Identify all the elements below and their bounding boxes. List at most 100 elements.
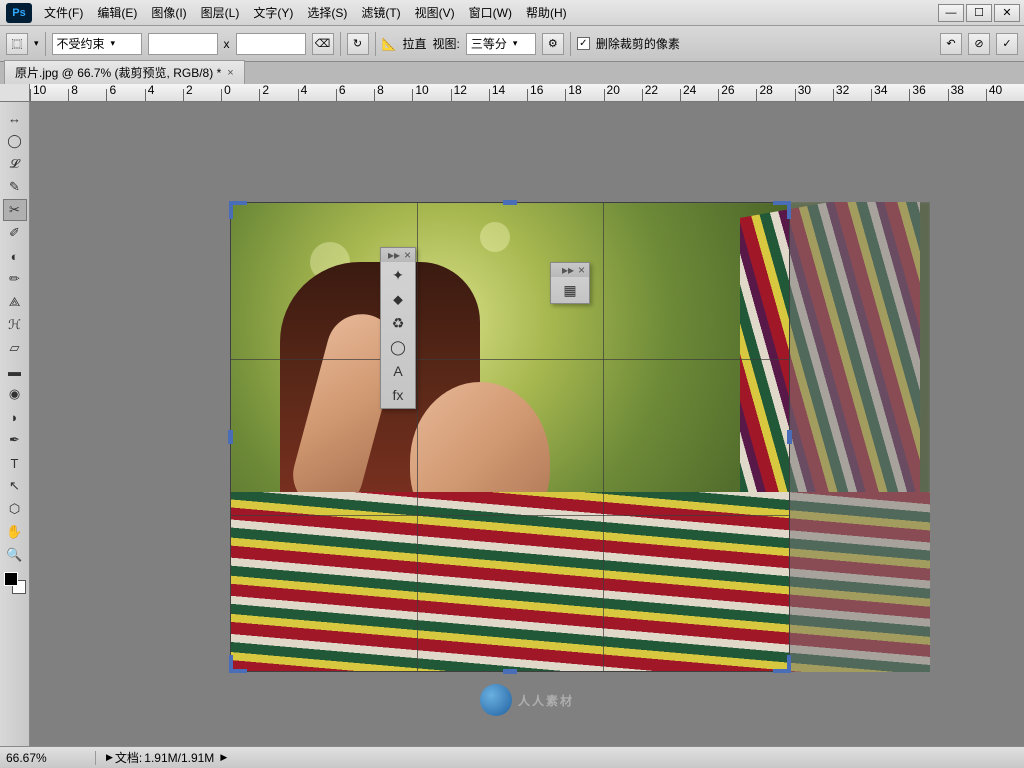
marquee-tool[interactable]: ◯ (3, 130, 27, 152)
lasso-tool[interactable]: 𝓛 (3, 153, 27, 175)
crop-bounding-box[interactable] (230, 202, 790, 672)
hand-tool[interactable]: ✋ (3, 521, 27, 543)
crop-handle-b[interactable] (503, 669, 517, 674)
height-input[interactable] (236, 33, 306, 55)
collapse-icon[interactable]: ▸▸ (388, 248, 400, 262)
swap-label: x (224, 37, 230, 51)
dropdown-arrow-icon[interactable]: ▾ (34, 38, 39, 49)
chevron-right-icon[interactable]: ▶ (220, 752, 227, 763)
reset-button[interactable]: ↶ (940, 33, 962, 55)
constraint-dropdown[interactable]: 不受约束 ▾ (52, 33, 142, 55)
panel-icon[interactable]: ▦ (560, 281, 580, 299)
divider (45, 32, 46, 56)
move-tool[interactable]: ↔ (3, 107, 27, 129)
watermark-logo-icon (480, 684, 512, 716)
chevron-down-icon: ▾ (513, 38, 518, 49)
panel-icon[interactable]: A (388, 362, 408, 380)
floating-panel-mini[interactable]: ▸▸ × ▦ (550, 262, 590, 304)
color-swatch[interactable] (4, 572, 26, 594)
menu-select[interactable]: 选择(S) (301, 1, 353, 24)
straighten-label: 拉直 (402, 35, 426, 52)
app-logo: Ps (6, 3, 32, 23)
zoom-tool[interactable]: 🔍 (3, 544, 27, 566)
menu-help[interactable]: 帮助(H) (520, 1, 573, 24)
straighten-icon[interactable]: 📐 (382, 37, 397, 51)
collapse-icon[interactable]: ▸▸ (562, 263, 574, 277)
panel-icon[interactable]: ♻ (388, 314, 408, 332)
toolbox: ↔ ◯ 𝓛 ✎ ✂ ✐ ◐ ✏ ⟁ ℋ ▱ ▬ ◉ ◗ ✒ T ↖ ⬡ ✋ 🔍 (0, 102, 30, 746)
crop-handle-br[interactable] (787, 655, 791, 673)
cancel-crop-button[interactable]: ⊘ (968, 33, 990, 55)
panel-header[interactable]: ▸▸ × (551, 263, 589, 277)
menu-file[interactable]: 文件(F) (38, 1, 89, 24)
overlay-value: 三等分 (471, 35, 507, 52)
quick-select-tool[interactable]: ✎ (3, 176, 27, 198)
pen-tool[interactable]: ✒ (3, 429, 27, 451)
crop-handle-t[interactable] (503, 200, 517, 205)
canvas-area[interactable]: ▸▸ × ✦ ⬥ ♻ ◯ A fx ▸▸ × ▦ 人人素材 (30, 102, 1024, 746)
menu-filter[interactable]: 滤镜(T) (355, 1, 406, 24)
status-doc-size: 1.91M/1.91M (144, 751, 214, 765)
delete-pixels-checkbox[interactable]: ✓ (577, 37, 590, 50)
menu-type[interactable]: 文字(Y) (247, 1, 299, 24)
close-icon[interactable]: × (404, 248, 411, 262)
brush-tool[interactable]: ✏ (3, 268, 27, 290)
workspace: ▸▸ 1086420246810121416182022242628303234… (0, 84, 1024, 746)
menu-layer[interactable]: 图层(L) (195, 1, 246, 24)
constraint-value: 不受约束 (57, 35, 105, 52)
panel-icon[interactable]: ⬥ (388, 290, 408, 308)
close-icon[interactable]: × (578, 263, 585, 277)
panel-header[interactable]: ▸▸ × (381, 248, 415, 262)
overlay-dropdown[interactable]: 三等分 ▾ (466, 33, 536, 55)
floating-panel-tools[interactable]: ▸▸ × ✦ ⬥ ♻ ◯ A fx (380, 247, 416, 409)
watermark: 人人素材 (480, 684, 574, 716)
blur-tool[interactable]: ◉ (3, 383, 27, 405)
crop-handle-tl[interactable] (229, 201, 233, 219)
minimize-button[interactable]: — (938, 4, 964, 22)
menu-edit[interactable]: 编辑(E) (91, 1, 143, 24)
status-bar: 66.67% ▶ 文档: 1.91M/1.91M ▶ (0, 746, 1024, 768)
healing-tool[interactable]: ◐ (3, 245, 27, 267)
eyedropper-tool[interactable]: ✐ (3, 222, 27, 244)
menu-view[interactable]: 视图(V) (409, 1, 461, 24)
menubar: 文件(F) 编辑(E) 图像(I) 图层(L) 文字(Y) 选择(S) 滤镜(T… (38, 1, 936, 24)
titlebar: Ps 文件(F) 编辑(E) 图像(I) 图层(L) 文字(Y) 选择(S) 滤… (0, 0, 1024, 26)
commit-crop-button[interactable]: ✓ (996, 33, 1018, 55)
stamp-tool[interactable]: ⟁ (3, 291, 27, 313)
crop-handle-bl[interactable] (229, 655, 233, 673)
delete-pixels-label: 删除裁剪的像素 (596, 35, 680, 52)
dodge-tool[interactable]: ◗ (3, 406, 27, 428)
close-button[interactable]: ✕ (994, 4, 1020, 22)
crop-tool-icon[interactable]: ⿴ (6, 33, 28, 55)
crop-grid-line (417, 203, 418, 671)
crop-handle-r[interactable] (787, 430, 792, 444)
foreground-color[interactable] (4, 572, 18, 586)
path-select-tool[interactable]: ↖ (3, 475, 27, 497)
ruler-origin[interactable] (0, 84, 30, 102)
maximize-button[interactable]: ☐ (966, 4, 992, 22)
close-tab-icon[interactable]: × (227, 67, 233, 79)
status-doc-info[interactable]: ▶ 文档: 1.91M/1.91M ▶ (106, 749, 227, 766)
panel-icon[interactable]: ✦ (388, 266, 408, 284)
clear-button[interactable]: ⌫ (312, 33, 334, 55)
status-zoom[interactable]: 66.67% (6, 751, 96, 765)
ruler-horizontal[interactable]: 1086420246810121416182022242628303234363… (30, 84, 1024, 102)
shape-tool[interactable]: ⬡ (3, 498, 27, 520)
crop-handle-tr[interactable] (787, 201, 791, 219)
history-brush-tool[interactable]: ℋ (3, 314, 27, 336)
width-input[interactable] (148, 33, 218, 55)
crop-tool[interactable]: ✂ (3, 199, 27, 221)
gradient-tool[interactable]: ▬ (3, 360, 27, 382)
overlay-settings-button[interactable]: ⚙ (542, 33, 564, 55)
menu-image[interactable]: 图像(I) (145, 1, 192, 24)
panel-icon[interactable]: ◯ (388, 338, 408, 356)
text-tool[interactable]: T (3, 452, 27, 474)
eraser-tool[interactable]: ▱ (3, 337, 27, 359)
menu-window[interactable]: 窗口(W) (463, 1, 518, 24)
document-tab[interactable]: 原片.jpg @ 66.7% (裁剪预览, RGB/8) * × (4, 60, 245, 84)
crop-handle-l[interactable] (228, 430, 233, 444)
divider (375, 32, 376, 56)
rotate-button[interactable]: ↻ (347, 33, 369, 55)
watermark-text: 人人素材 (518, 692, 574, 709)
panel-icon[interactable]: fx (388, 386, 408, 404)
